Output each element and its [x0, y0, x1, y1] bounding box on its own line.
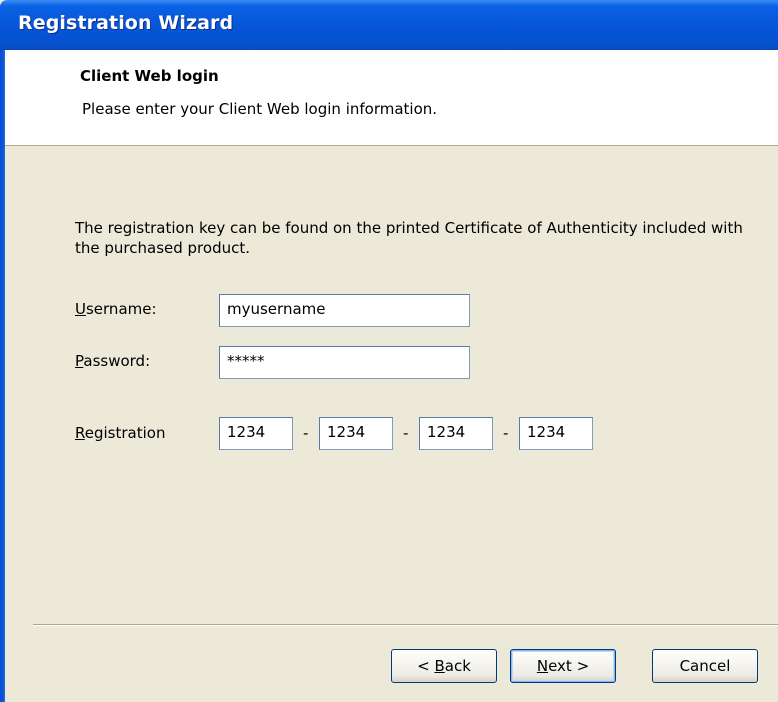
registration-label-text: egistration: [84, 424, 166, 442]
back-button-arrow: <: [417, 657, 435, 675]
registration-key-part-2[interactable]: 1234: [319, 417, 393, 450]
intro-text: The registration key can be found on the…: [75, 219, 743, 257]
username-input[interactable]: myusername: [219, 294, 470, 327]
password-input[interactable]: *****: [219, 346, 470, 379]
registration-label-accesskey: R: [75, 424, 85, 442]
header-title: Client Web login: [80, 67, 219, 85]
next-button-text: ext: [548, 657, 572, 675]
cancel-button[interactable]: Cancel: [652, 649, 758, 683]
next-button-arrow: >: [571, 657, 590, 675]
next-button-accesskey: N: [536, 657, 549, 675]
title-bar[interactable]: Registration Wizard: [0, 0, 778, 50]
window-frame-left: [0, 50, 5, 702]
header-subtitle: Please enter your Client Web login infor…: [82, 100, 438, 118]
button-divider: [33, 624, 778, 626]
window-title: Registration Wizard: [18, 12, 234, 34]
next-button[interactable]: Next >: [510, 649, 616, 683]
registration-wizard-window: Registration Wizard Client Web login Ple…: [0, 0, 778, 702]
wizard-header: Client Web login Please enter your Clien…: [5, 50, 778, 146]
username-label-text: sername:: [85, 300, 157, 318]
registration-separator: -: [303, 424, 309, 442]
username-label-accesskey: U: [75, 300, 86, 318]
back-button-accesskey: B: [434, 657, 445, 675]
registration-separator: -: [503, 424, 509, 442]
registration-key-part-1[interactable]: 1234: [219, 417, 293, 450]
registration-label: Registration: [75, 424, 165, 442]
password-label-text: assword:: [83, 352, 151, 370]
back-button-text: ack: [444, 657, 471, 675]
password-label: Password:: [75, 352, 150, 370]
registration-key-part-3[interactable]: 1234: [419, 417, 493, 450]
username-label: Username:: [75, 300, 157, 318]
registration-separator: -: [403, 424, 409, 442]
registration-key-part-4[interactable]: 1234: [519, 417, 593, 450]
back-button[interactable]: < Back: [391, 649, 497, 683]
